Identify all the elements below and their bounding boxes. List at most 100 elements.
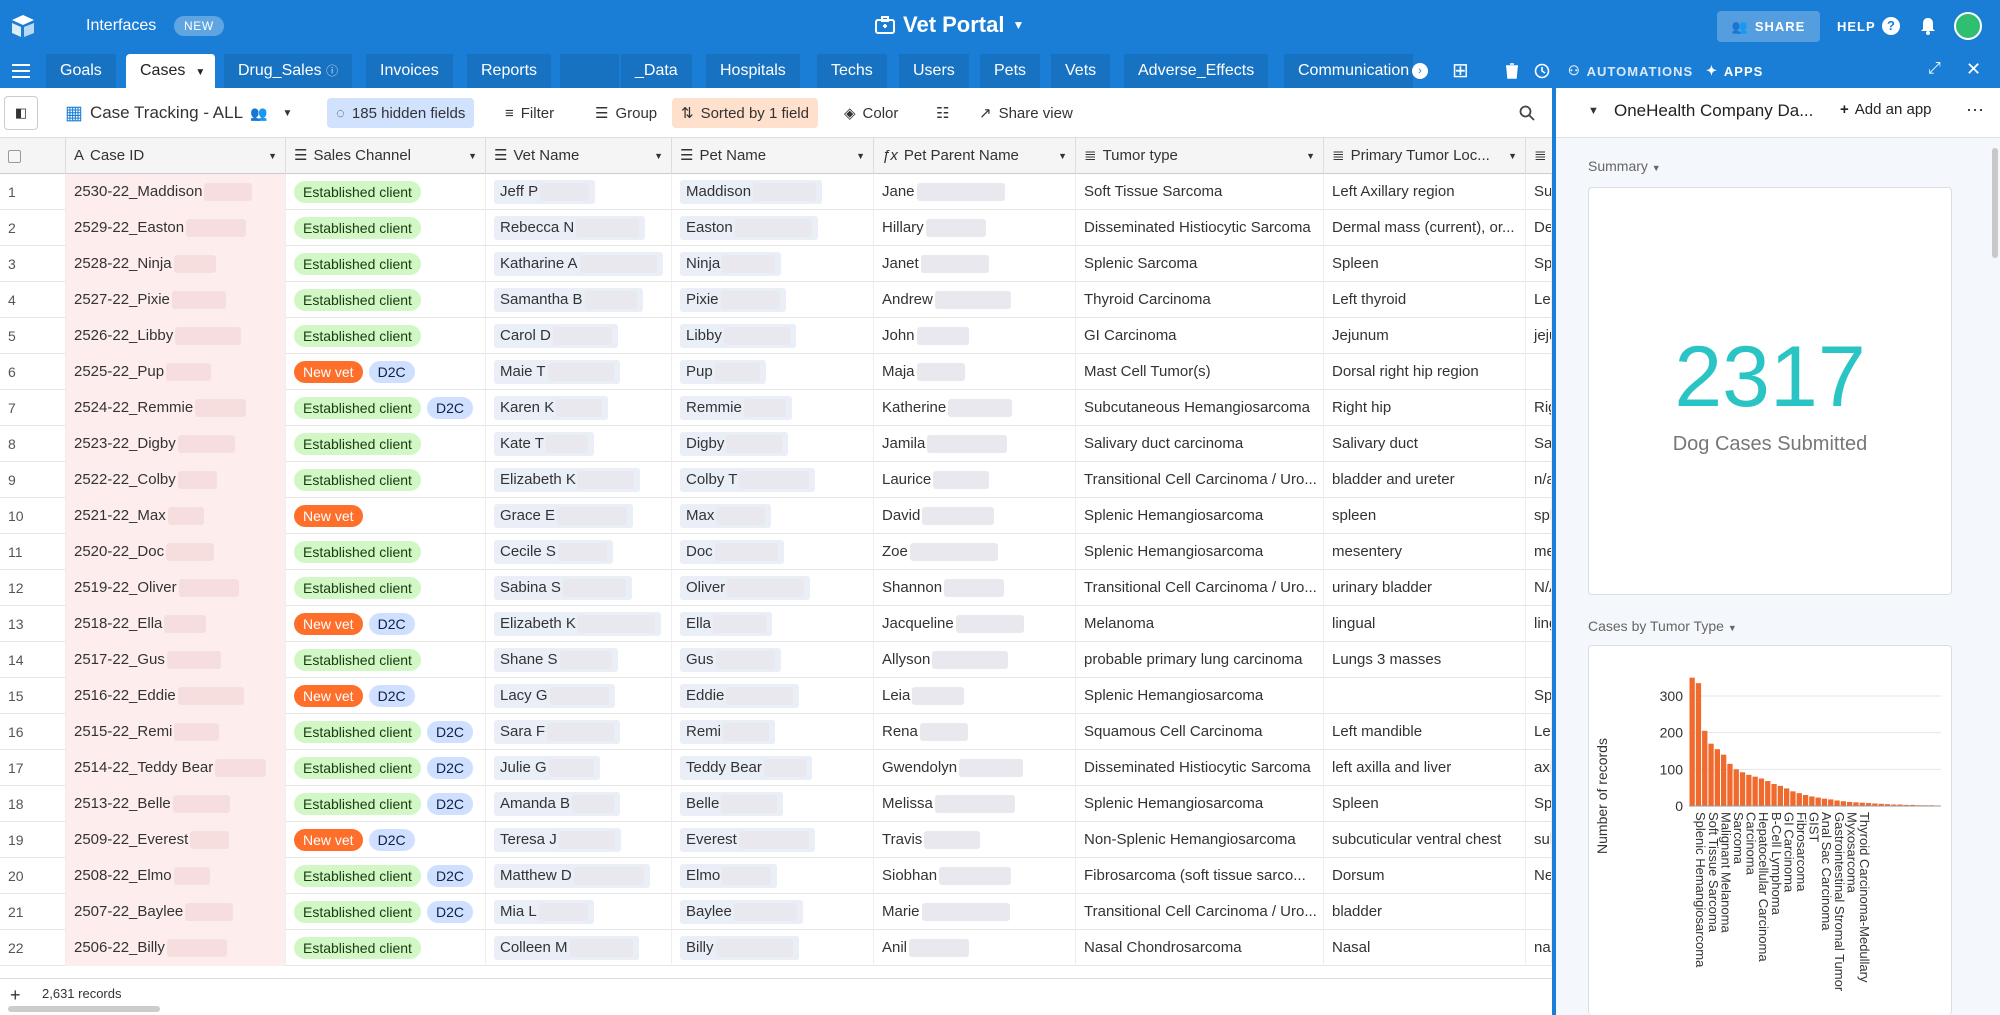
tumor-location-cell[interactable]: Lungs 3 masses	[1324, 642, 1526, 678]
table-row[interactable]: 13 2518-22_Ella New vet D2C Elizabeth K Ella J…	[0, 606, 1552, 642]
column-header-vet-name[interactable]: ☰ Vet Name ▼	[486, 138, 672, 174]
next-column-cell[interactable]: ling	[1526, 606, 1552, 642]
tab-scroll-right-icon[interactable]: ›	[1412, 63, 1428, 79]
linked-pet-record[interactable]: Everest	[680, 828, 815, 853]
case-id-cell[interactable]: 2518-22_Ella	[66, 606, 286, 642]
tumor-type-cell[interactable]: probable primary lung carcinoma	[1076, 642, 1324, 678]
pet-name-cell[interactable]: Max	[672, 498, 874, 534]
chart-bar[interactable]	[1714, 749, 1720, 806]
tumor-location-cell[interactable]: Left mandible	[1324, 714, 1526, 750]
linked-pet-record[interactable]: Remi	[680, 720, 775, 745]
chart-bar[interactable]	[1771, 784, 1777, 806]
tumor-location-cell[interactable]: Left thyroid	[1324, 282, 1526, 318]
sales-channel-cell[interactable]: Established client	[286, 642, 486, 678]
next-column-cell[interactable]: Su	[1526, 174, 1552, 210]
linked-vet-record[interactable]: Sabina S	[494, 576, 632, 601]
pet-name-cell[interactable]: Libby	[672, 318, 874, 354]
tumor-location-cell[interactable]: Dermal mass (current), or...	[1324, 210, 1526, 246]
row-number[interactable]: 18	[0, 786, 66, 822]
linked-vet-record[interactable]: Maie T	[494, 360, 621, 385]
linked-vet-record[interactable]: Matthew D	[494, 864, 650, 889]
pet-name-cell[interactable]: Elmo	[672, 858, 874, 894]
automations-button[interactable]: ⚇ AUTOMATIONS	[1568, 63, 1693, 79]
pet-parent-cell[interactable]: John	[874, 318, 1076, 354]
table-row[interactable]: 16 2515-22_Remi Established client D2C Sara …	[0, 714, 1552, 750]
linked-vet-record[interactable]: Julie G	[494, 756, 601, 781]
tumor-type-cell[interactable]: Melanoma	[1076, 606, 1324, 642]
case-id-cell[interactable]: 2525-22_Pup	[66, 354, 286, 390]
case-id-cell[interactable]: 2524-22_Remmie	[66, 390, 286, 426]
case-id-cell[interactable]: 2509-22_Everest	[66, 822, 286, 858]
chart-bar[interactable]	[1777, 785, 1783, 806]
help-link[interactable]: HELP	[1837, 19, 1876, 34]
tab-goals[interactable]: Goals	[46, 54, 117, 88]
vet-name-cell[interactable]: Matthew D	[486, 858, 672, 894]
row-number[interactable]: 17	[0, 750, 66, 786]
vet-name-cell[interactable]: Elizabeth K	[486, 606, 672, 642]
tab-data[interactable]: _Data	[621, 54, 693, 88]
sales-channel-cell[interactable]: Established client	[286, 570, 486, 606]
tumor-location-cell[interactable]: Dorsum	[1324, 858, 1526, 894]
sales-channel-cell[interactable]: New vet D2C	[286, 606, 486, 642]
pet-name-cell[interactable]: Colby T	[672, 462, 874, 498]
pet-parent-cell[interactable]: Hillary	[874, 210, 1076, 246]
column-header-case-id[interactable]: A Case ID ▼	[66, 138, 286, 174]
sales-channel-cell[interactable]: Established client	[286, 246, 486, 282]
vet-name-cell[interactable]: Sara F	[486, 714, 672, 750]
vet-name-cell[interactable]: Lacy G	[486, 678, 672, 714]
linked-vet-record[interactable]: Lacy G	[494, 684, 616, 709]
case-id-cell[interactable]: 2515-22_Remi	[66, 714, 286, 750]
tumor-location-cell[interactable]: Right hip	[1324, 390, 1526, 426]
sales-channel-cell[interactable]: Established client D2C	[286, 750, 486, 786]
chart-bar[interactable]	[1853, 802, 1859, 806]
linked-vet-record[interactable]: Elizabeth K	[494, 612, 661, 637]
chart-bar[interactable]	[1746, 774, 1752, 806]
pet-name-cell[interactable]: Pixie	[672, 282, 874, 318]
next-column-cell[interactable]: spl	[1526, 498, 1552, 534]
chart-label[interactable]: Cases by Tumor Type ▼	[1588, 618, 1737, 634]
case-id-cell[interactable]: 2526-22_Libby	[66, 318, 286, 354]
chevron-down-icon[interactable]: ▼	[1058, 138, 1067, 174]
table-row[interactable]: 5 2526-22_Libby Established client Carol D L…	[0, 318, 1552, 354]
tumor-type-cell[interactable]: Splenic Hemangiosarcoma	[1076, 678, 1324, 714]
pet-parent-cell[interactable]: David	[874, 498, 1076, 534]
linked-vet-record[interactable]: Grace E	[494, 504, 634, 529]
tumor-type-cell[interactable]: Splenic Hemangiosarcoma	[1076, 498, 1324, 534]
sales-channel-cell[interactable]: Established client	[286, 534, 486, 570]
add-table-icon[interactable]: ⊞	[1452, 58, 1469, 83]
case-id-cell[interactable]: 2523-22_Digby	[66, 426, 286, 462]
sales-channel-cell[interactable]: Established client D2C	[286, 714, 486, 750]
chevron-down-icon[interactable]: ▼	[1306, 138, 1315, 174]
vet-name-cell[interactable]: Shane S	[486, 642, 672, 678]
row-number[interactable]: 5	[0, 318, 66, 354]
linked-pet-record[interactable]: Ninja	[680, 252, 781, 277]
chart-bar[interactable]	[1695, 683, 1702, 806]
pet-name-cell[interactable]: Remi	[672, 714, 874, 750]
linked-vet-record[interactable]: Shane S	[494, 648, 619, 673]
linked-vet-record[interactable]: Kate T	[494, 432, 594, 457]
tumor-type-cell[interactable]: Transitional Cell Carcinoma / Uro...	[1076, 570, 1324, 606]
vet-name-cell[interactable]: Cecile S	[486, 534, 672, 570]
linked-pet-record[interactable]: Maddison	[680, 180, 823, 205]
sales-channel-cell[interactable]: Established client D2C	[286, 390, 486, 426]
tab-techs[interactable]: Techs	[817, 54, 888, 88]
dashboard-title[interactable]: OneHealth Company Da...	[1614, 101, 1813, 121]
pet-parent-cell[interactable]: Gwendolyn	[874, 750, 1076, 786]
row-number[interactable]: 19	[0, 822, 66, 858]
tumor-location-cell[interactable]: Nasal	[1324, 930, 1526, 966]
base-title[interactable]: Vet Portal ▼	[875, 12, 1024, 38]
select-all-checkbox[interactable]	[0, 138, 66, 174]
tumor-type-cell[interactable]: Thyroid Carcinoma	[1076, 282, 1324, 318]
linked-vet-record[interactable]: Karen K	[494, 396, 608, 421]
tumor-location-cell[interactable]	[1324, 678, 1526, 714]
linked-pet-record[interactable]: Pixie	[680, 288, 787, 313]
vet-name-cell[interactable]: Julie G	[486, 750, 672, 786]
tumor-location-cell[interactable]: bladder	[1324, 894, 1526, 930]
vet-name-cell[interactable]: Samantha B	[486, 282, 672, 318]
chart-bar[interactable]	[1708, 743, 1714, 806]
tumor-type-cell[interactable]: Splenic Hemangiosarcoma	[1076, 786, 1324, 822]
case-id-cell[interactable]: 2530-22_Maddison	[66, 174, 286, 210]
pet-parent-cell[interactable]: Zoe	[874, 534, 1076, 570]
pet-parent-cell[interactable]: Katherine	[874, 390, 1076, 426]
tab-pets[interactable]: Pets	[980, 54, 1042, 88]
